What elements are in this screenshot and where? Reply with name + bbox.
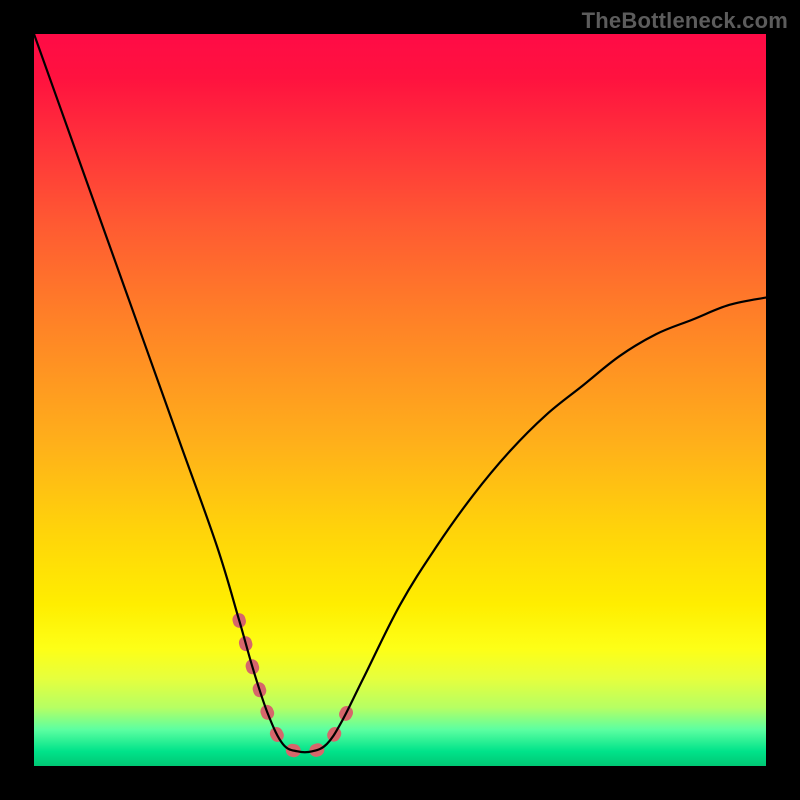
curve-layer <box>34 34 766 766</box>
bottleneck-curve <box>34 34 766 752</box>
outer-frame: TheBottleneck.com <box>0 0 800 800</box>
highlight-segment <box>239 620 356 753</box>
watermark-label: TheBottleneck.com <box>582 8 788 34</box>
plot-area <box>34 34 766 766</box>
